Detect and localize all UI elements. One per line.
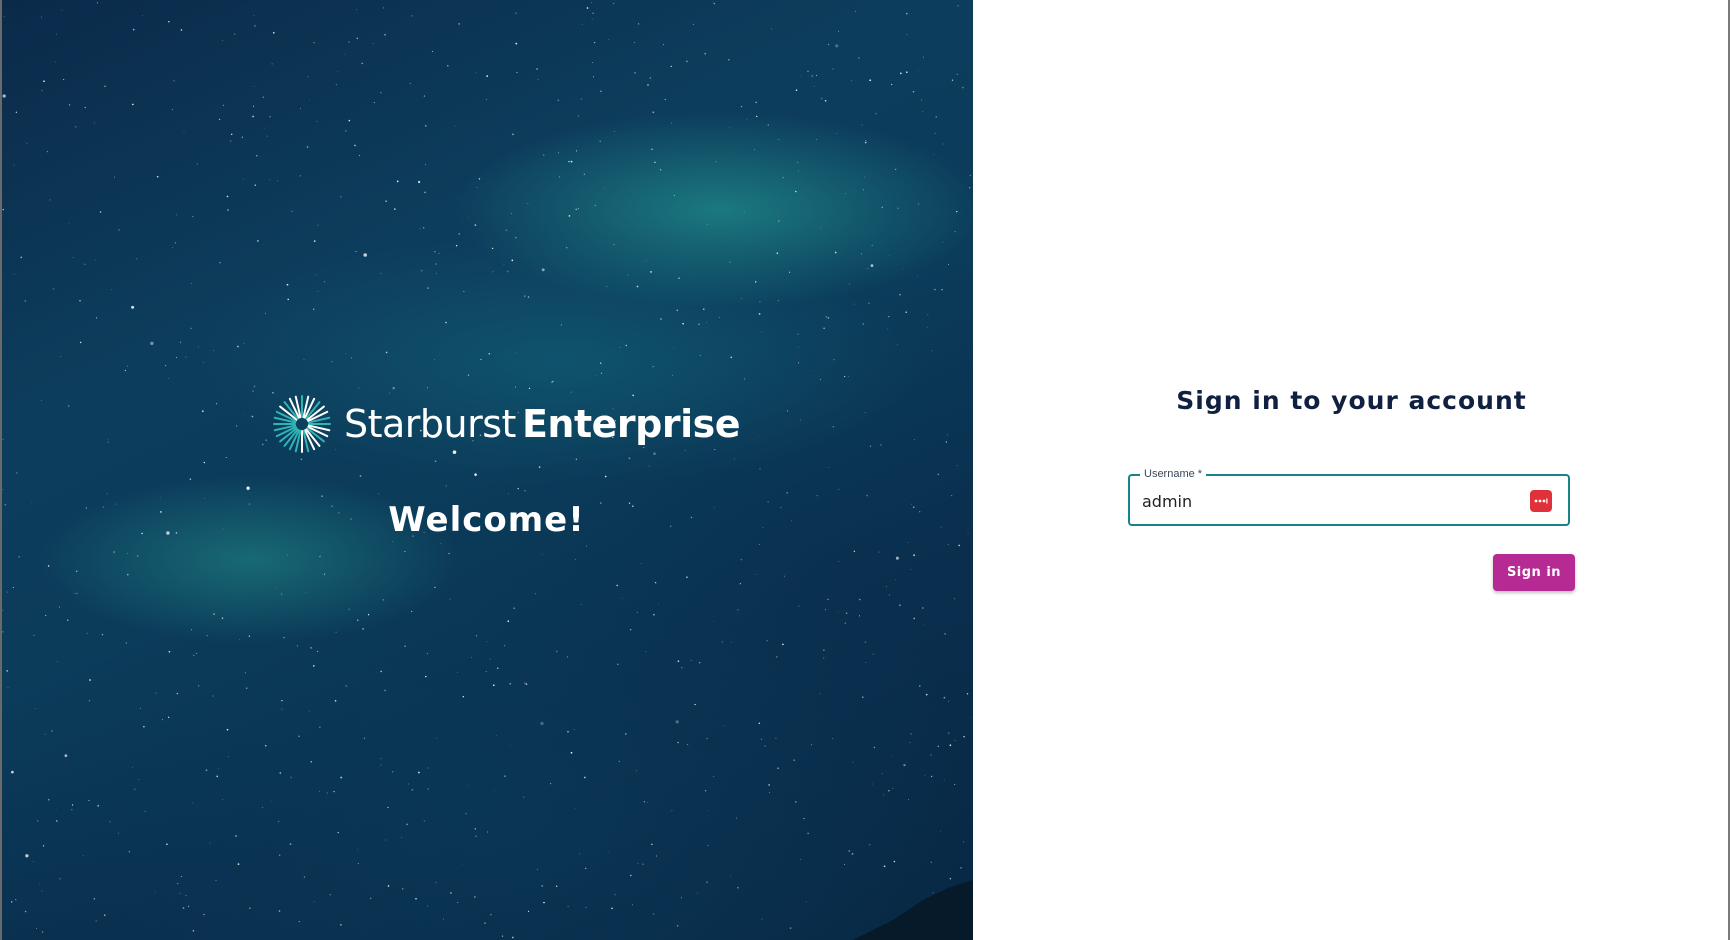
username-label: Username * [1140, 467, 1207, 481]
window-edge-left [0, 0, 2, 940]
dots-icon [1534, 498, 1548, 504]
signin-panel: Sign in to your account Username * Sign … [973, 0, 1730, 940]
starburst-logo-icon [273, 395, 331, 453]
signin-title: Sign in to your account [1176, 386, 1527, 415]
username-input[interactable] [1142, 488, 1522, 514]
welcome-heading: Welcome! [388, 500, 585, 540]
starfield-background [0, 1, 972, 940]
brand-name-bold: Enterprise [521, 402, 741, 446]
login-page: Starburst Enterprise Welcome! Sign in to … [0, 0, 1730, 940]
username-field[interactable]: Username * [1128, 467, 1570, 526]
mountain-silhouette [853, 880, 973, 940]
brand-name: Starburst Enterprise [344, 402, 741, 446]
brand-logo: Starburst Enterprise [272, 394, 741, 454]
signin-button[interactable]: Sign in [1493, 554, 1575, 591]
password-manager-icon[interactable] [1530, 490, 1552, 512]
brand-name-light: Starburst [344, 402, 516, 446]
hero-panel: Starburst Enterprise Welcome! [0, 0, 973, 940]
